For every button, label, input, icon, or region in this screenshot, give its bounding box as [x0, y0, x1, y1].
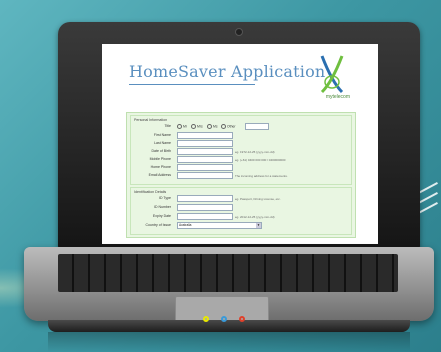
email-hint: The incoming address for a statements. [235, 174, 288, 178]
laptop-screen: HomeSaver Application mytelecom Personal… [102, 44, 378, 244]
keyboard [58, 254, 398, 292]
last-name-label: Last Name [154, 141, 171, 145]
dob-hint: eg. 1972-12-25 (yyyy-mm-dd) [235, 150, 275, 154]
expiry-input[interactable] [177, 213, 233, 220]
radio-other[interactable]: Other [221, 124, 235, 129]
fieldset-legend: Identification Details [134, 190, 167, 194]
webcam-icon [235, 28, 243, 36]
audio-port-icon [239, 316, 245, 322]
country-label: Country of Issue [145, 223, 171, 227]
id-number-input[interactable] [177, 204, 233, 211]
brand-logo-icon [320, 55, 344, 94]
dob-input[interactable] [177, 148, 233, 155]
brand-name: mytelecom [325, 94, 350, 100]
home-phone-input[interactable] [177, 164, 233, 171]
app-title: HomeSaver Application [129, 62, 326, 81]
dob-label: Date of Birth [151, 149, 171, 153]
personal-info-fieldset: Personal Information Title Mr Mrs Ms Oth… [130, 115, 352, 185]
title-other-input[interactable] [245, 123, 269, 130]
mobile-label: Mobile Phone [149, 157, 171, 161]
id-type-hint: eg. Passport, Driving License, etc. [235, 197, 281, 201]
expiry-label: Expiry Date [152, 214, 171, 218]
chevron-down-icon[interactable]: ▼ [256, 223, 261, 228]
radio-ms[interactable]: Ms [207, 124, 218, 129]
fieldset-legend: Personal Information [134, 118, 168, 122]
first-name-label: First Name [153, 133, 171, 137]
mobile-input[interactable] [177, 156, 233, 163]
last-name-input[interactable] [177, 140, 233, 147]
title-underline [129, 84, 255, 85]
radio-mrs[interactable]: Mrs [191, 124, 203, 129]
radio-mr[interactable]: Mr [177, 124, 187, 129]
id-number-label: ID Number [154, 205, 171, 209]
country-select[interactable]: Australia ▼ [177, 222, 262, 229]
application-form: Personal Information Title Mr Mrs Ms Oth… [126, 112, 356, 238]
first-name-input[interactable] [177, 132, 233, 139]
home-phone-label: Home Phone [150, 165, 171, 169]
audio-port-icon [203, 316, 209, 322]
title-label: Title [164, 124, 171, 128]
expiry-hint: eg. 2012-12-25 (yyyy-mm-dd) [235, 215, 275, 219]
mobile-hint: eg. (+61) 0400 000 000 / 0400000000 [235, 158, 286, 162]
identification-fieldset: Identification Details ID Type eg. Passp… [130, 187, 352, 235]
table-reflection [48, 332, 410, 352]
email-input[interactable] [177, 172, 233, 179]
id-type-label: ID Type [159, 196, 171, 200]
audio-port-icon [221, 316, 227, 322]
id-type-input[interactable] [177, 195, 233, 202]
email-label: Email Address [148, 173, 171, 177]
laptop-lid: HomeSaver Application mytelecom Personal… [58, 22, 420, 250]
laptop-front-edge [48, 320, 410, 332]
country-selected-value: Australia [179, 223, 192, 227]
